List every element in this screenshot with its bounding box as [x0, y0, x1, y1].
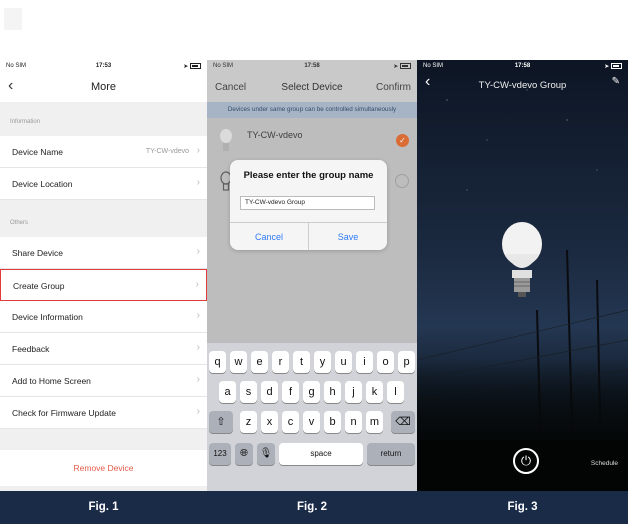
section-information-label: Information [10, 119, 41, 125]
row-device-location[interactable]: Device Location › [0, 168, 207, 200]
key-o[interactable]: o [377, 351, 394, 373]
chevron-right-icon: › [196, 310, 200, 321]
row-label: Device Information [12, 312, 83, 322]
clock-label: 17:53 [95, 63, 112, 69]
group-info-banner: Devices under same group can be controll… [207, 102, 417, 118]
row-label: Check for Firmware Update [12, 408, 116, 418]
page-title: More [90, 81, 117, 93]
row-device-information[interactable]: Device Information › [0, 301, 207, 333]
group-control-screen: No SIM 17:58 ➤ ‹ TY-CW-vdevo Group ✎ ⏻ S… [417, 60, 628, 491]
key-t[interactable]: t [293, 351, 310, 373]
key-d[interactable]: d [261, 381, 278, 403]
chevron-right-icon: › [196, 246, 200, 257]
key-w[interactable]: w [230, 351, 247, 373]
row-share-device[interactable]: Share Device › [0, 237, 207, 269]
key-c[interactable]: c [282, 411, 299, 433]
key-r[interactable]: r [272, 351, 289, 373]
key-x[interactable]: x [261, 411, 278, 433]
clock-label: 17:58 [304, 63, 320, 69]
row-add-home-screen[interactable]: Add to Home Screen › [0, 365, 207, 397]
chevron-right-icon: › [195, 279, 199, 290]
key-u[interactable]: u [335, 351, 352, 373]
group-name-input[interactable]: TY-CW-vdevo Group [240, 196, 375, 210]
row-label: Add to Home Screen [12, 376, 91, 386]
corner-mark [4, 8, 22, 30]
control-bar: ⏻ Schedule [417, 440, 628, 491]
clock-label: 17:58 [514, 63, 531, 69]
key-n[interactable]: n [345, 411, 362, 433]
key-m[interactable]: m [366, 411, 383, 433]
remove-device-label: Remove Device [73, 463, 134, 473]
battery-icon: ➤ [604, 63, 622, 70]
numbers-key[interactable]: 123 [209, 443, 231, 465]
return-key[interactable]: return [367, 443, 415, 465]
status-bar: No SIM 17:58 ➤ [417, 60, 628, 74]
key-e[interactable]: e [251, 351, 268, 373]
key-g[interactable]: g [303, 381, 320, 403]
dialog-title: Please enter the group name [243, 170, 374, 181]
key-p[interactable]: p [398, 351, 415, 373]
chevron-right-icon: › [196, 374, 200, 385]
key-f[interactable]: f [282, 381, 299, 403]
battery-icon: ➤ [393, 63, 411, 70]
remove-device-button[interactable]: Remove Device [0, 450, 207, 486]
light-bulb-image [502, 222, 542, 297]
key-i[interactable]: i [356, 351, 373, 373]
row-label: Device Name [12, 147, 64, 157]
caption-bar: Fig. 1 Fig. 2 Fig. 3 [0, 491, 628, 524]
group-name-dialog: Please enter the group name TY-CW-vdevo … [230, 160, 387, 250]
key-a[interactable]: a [219, 381, 236, 403]
key-k[interactable]: k [366, 381, 383, 403]
key-y[interactable]: y [314, 351, 331, 373]
top-margin [0, 0, 628, 60]
fig2-caption: Fig. 2 [296, 501, 328, 513]
fig1-caption: Fig. 1 [88, 501, 119, 513]
backspace-key-icon[interactable]: ⌫ [391, 411, 415, 433]
key-l[interactable]: l [387, 381, 404, 403]
dialog-cancel-button[interactable]: Cancel [230, 232, 308, 242]
row-value: TY-CW-vdevo [145, 148, 189, 155]
row-label: Create Group [13, 281, 65, 291]
nav-bar: ‹ More [0, 74, 207, 102]
row-label: Share Device [12, 248, 64, 258]
chevron-right-icon: › [196, 406, 200, 417]
chevron-right-icon: › [196, 145, 200, 156]
shift-key-icon[interactable]: ⇧ [209, 411, 233, 433]
group-title: TY-CW-vdevo Group [478, 80, 567, 91]
edit-pencil-icon[interactable]: ✎ [612, 76, 620, 87]
more-settings-screen: No SIM 17:53 ➤ ‹ More Information Device… [0, 60, 207, 491]
row-device-name[interactable]: Device Name TY-CW-vdevo › [0, 136, 207, 168]
key-q[interactable]: q [209, 351, 226, 373]
select-device-screen: No SIM 17:58 ➤ Cancel Select Device Conf… [207, 60, 417, 491]
fig3-caption: Fig. 3 [507, 501, 538, 513]
schedule-button[interactable]: Schedule [591, 460, 618, 467]
status-bar: No SIM 17:58 ➤ [207, 60, 417, 74]
power-button-icon[interactable]: ⏻ [513, 448, 539, 474]
key-j[interactable]: j [345, 381, 362, 403]
chevron-right-icon: › [196, 177, 200, 188]
row-label: Feedback [12, 344, 50, 354]
key-b[interactable]: b [324, 411, 341, 433]
row-feedback[interactable]: Feedback › [0, 333, 207, 365]
on-screen-keyboard: q w e r t y u i o p a s d f g h j k l ⇧ … [207, 343, 417, 491]
section-others-label: Others [10, 220, 29, 226]
space-key[interactable]: space [279, 443, 363, 465]
battery-icon: ➤ [183, 63, 201, 70]
row-create-group[interactable]: Create Group › [0, 269, 207, 301]
confirm-button[interactable]: Confirm [376, 82, 411, 93]
key-v[interactable]: v [303, 411, 320, 433]
key-s[interactable]: s [240, 381, 257, 403]
row-label: Device Location [12, 179, 73, 189]
microphone-key-icon[interactable]: 🎙︎ [257, 443, 275, 465]
row-firmware-update[interactable]: Check for Firmware Update › [0, 397, 207, 429]
key-z[interactable]: z [240, 411, 257, 433]
dialog-save-button[interactable]: Save [309, 232, 387, 242]
chevron-right-icon: › [196, 342, 200, 353]
nav-bar: Cancel Select Device Confirm [207, 74, 417, 102]
status-bar: No SIM 17:53 ➤ [0, 60, 207, 74]
key-h[interactable]: h [324, 381, 341, 403]
globe-key-icon[interactable]: 🌐︎ [235, 443, 253, 465]
